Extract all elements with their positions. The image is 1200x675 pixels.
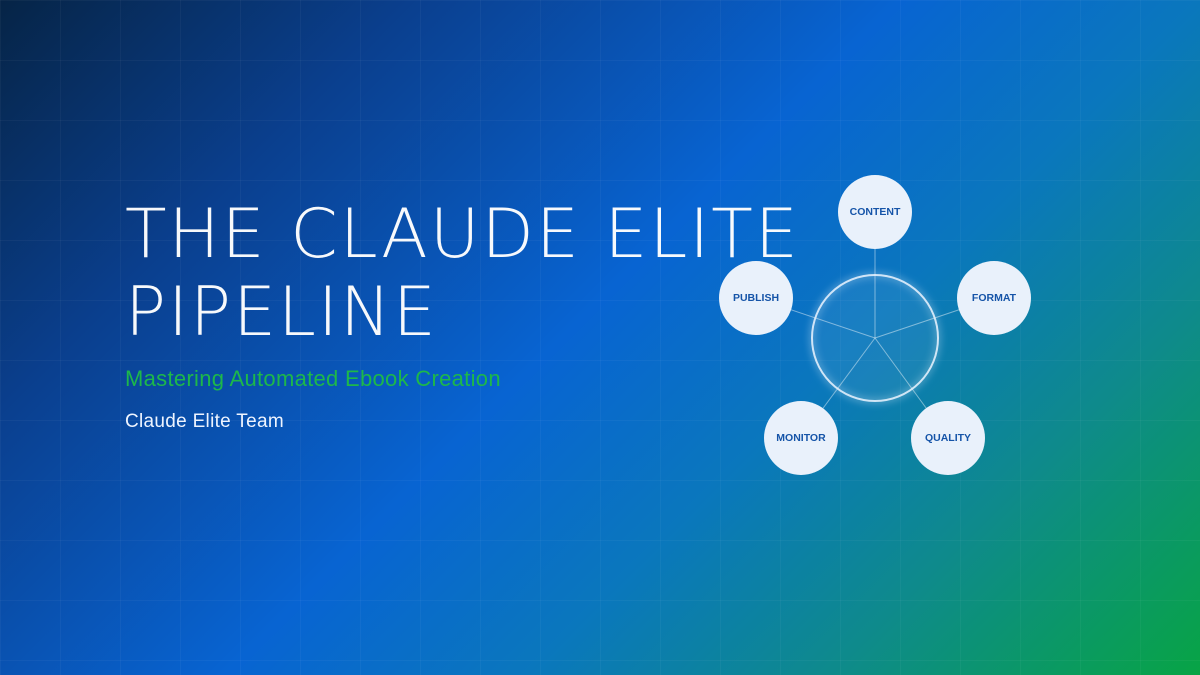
author-name: Claude Elite Team: [125, 411, 284, 432]
node-content-label: CONTENT: [850, 206, 901, 218]
node-publish: PUBLISH: [719, 261, 793, 335]
node-quality-label: QUALITY: [925, 432, 971, 444]
node-content: CONTENT: [838, 175, 912, 249]
node-format: FORMAT: [957, 261, 1031, 335]
center-ring: [811, 274, 939, 402]
node-monitor-label: MONITOR: [776, 432, 826, 444]
slide-subtitle: Mastering Automated Ebook Creation: [125, 366, 501, 391]
pipeline-diagram: CONTENT FORMAT QUALITY MONITOR PUBLISH: [719, 175, 1031, 475]
node-monitor: MONITOR: [764, 401, 838, 475]
node-quality: QUALITY: [911, 401, 985, 475]
node-publish-label: PUBLISH: [733, 292, 779, 304]
node-format-label: FORMAT: [972, 292, 1017, 304]
